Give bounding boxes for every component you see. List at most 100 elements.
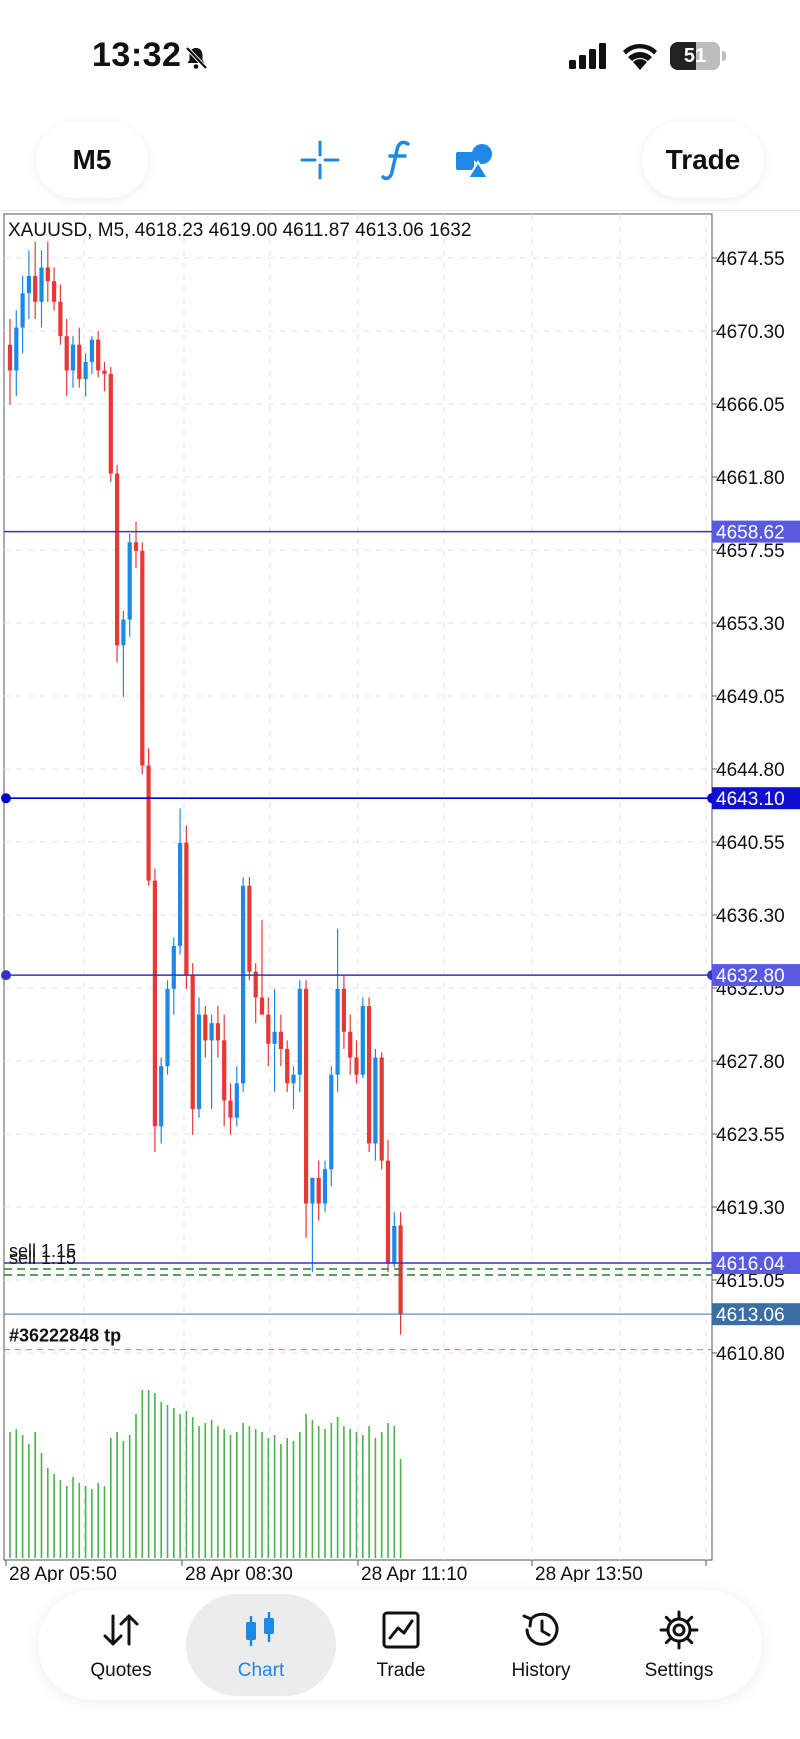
candle-body [316, 1177, 321, 1204]
candle-body [304, 988, 309, 1204]
candle-body [341, 988, 346, 1032]
candle-body [310, 1177, 315, 1204]
nav-chart-label: Chart [237, 1660, 285, 1681]
candle-body [266, 1014, 271, 1044]
candle-body [45, 267, 50, 282]
candle-body [329, 1074, 334, 1170]
candle-body [385, 1160, 391, 1264]
candlestick-chart[interactable]: 4674.55 4670.30 4666.05 4661.80 4657.55 4653.… [0, 212, 800, 1582]
price-level-label: 4632.80 [716, 966, 785, 987]
candle-body [196, 1014, 202, 1110]
candlestick-chart-icon [246, 1612, 274, 1646]
bottom-navigation: Quotes Chart Trade History Settings [38, 1590, 762, 1700]
time-tick-label: 28 Apr 11:10 [361, 1564, 467, 1582]
settings-gear-icon [659, 1610, 699, 1650]
cellular-signal-icon [569, 43, 606, 69]
price-tick-label: 4666.05 [716, 395, 785, 416]
candle-body [215, 1023, 220, 1041]
candle-body [322, 1169, 328, 1204]
candle-body [171, 945, 176, 989]
candle-body [26, 276, 31, 294]
candle-body [392, 1225, 397, 1264]
candle-body [297, 988, 302, 1075]
candle-body [367, 1006, 372, 1144]
candle-body [247, 885, 252, 972]
candle-body [70, 344, 76, 371]
candle-body [209, 1023, 214, 1041]
price-level-label: 4613.06 [716, 1305, 785, 1326]
candle-body [127, 542, 132, 620]
candle-body [77, 344, 82, 380]
candle-body [285, 1048, 290, 1084]
crosshair-icon[interactable] [292, 132, 348, 188]
nav-history-label: History [511, 1660, 571, 1681]
candle-body [228, 1100, 233, 1118]
nav-history[interactable]: History [466, 1594, 616, 1696]
candle-body [178, 842, 183, 946]
candle-body [140, 550, 145, 766]
price-chart[interactable]: 4674.55 4670.30 4666.05 4661.80 4657.55 4653.… [0, 212, 800, 1582]
price-level-label: 4658.62 [716, 523, 785, 544]
order-id-label: #36222848 tp [9, 1326, 121, 1346]
candle-body [335, 988, 340, 1075]
candle-body [159, 1066, 164, 1127]
candle-body [146, 765, 151, 881]
price-tick-label: 4623.55 [716, 1125, 785, 1146]
candle-body [241, 885, 246, 1084]
candle-body [259, 997, 265, 1015]
price-tick-label: 4657.55 [716, 541, 785, 562]
nav-chart[interactable]: Chart [186, 1594, 336, 1696]
nav-quotes-label: Quotes [90, 1660, 152, 1681]
candle-body [272, 1031, 277, 1044]
nav-settings-label: Settings [644, 1660, 714, 1681]
wifi-icon [623, 43, 657, 70]
nav-settings[interactable]: Settings [604, 1594, 754, 1696]
price-tick-label: 4627.80 [716, 1052, 785, 1073]
candle-body [96, 339, 101, 371]
candle-body [398, 1225, 403, 1315]
price-level-label: 4643.10 [716, 789, 785, 810]
price-tick-label: 4610.80 [716, 1344, 785, 1365]
candle-body [348, 1031, 353, 1058]
price-level-label: 4616.04 [716, 1254, 785, 1275]
candle-body [152, 880, 157, 1127]
battery-percent: 51 [683, 45, 707, 67]
price-tick-label: 4619.30 [716, 1198, 785, 1219]
price-tick-label: 4636.30 [716, 906, 785, 927]
status-time: 13:32 [92, 36, 182, 74]
candle-body [234, 1083, 239, 1118]
chart-toolbar: M5 Trade [0, 110, 800, 211]
candle-body [108, 373, 113, 474]
candle-body [222, 1040, 227, 1101]
candle-body [89, 339, 94, 362]
price-tick-label: 4674.55 [716, 249, 785, 270]
candle-body [165, 988, 170, 1067]
trade-button[interactable]: Trade [642, 122, 764, 198]
candle-body [7, 344, 13, 371]
timeframe-button[interactable]: M5 [36, 122, 148, 198]
candle-body [39, 267, 44, 302]
candle-body [184, 842, 189, 976]
shapes-icon[interactable] [448, 132, 504, 188]
candle-body [52, 281, 57, 302]
trade-chart-icon [382, 1611, 420, 1649]
candle-body [83, 361, 88, 380]
status-bar: 13:32 51 [0, 0, 800, 110]
function-icon[interactable] [370, 132, 426, 188]
candle-body [14, 327, 19, 371]
price-tick-label: 4661.80 [716, 468, 785, 489]
nav-trade[interactable]: Trade [326, 1594, 476, 1696]
candle-body [58, 301, 63, 337]
candle-body [379, 1057, 384, 1161]
chart-ohlc-info: XAUUSD, M5, 4618.23 4619.00 4611.87 4613… [8, 220, 472, 241]
candle-body [102, 370, 107, 374]
time-tick-label: 28 Apr 05:50 [9, 1564, 117, 1582]
price-tick-label: 4653.30 [716, 614, 785, 635]
quotes-arrows-icon [103, 1614, 139, 1646]
candle-body [115, 473, 120, 646]
nav-quotes[interactable]: Quotes [46, 1594, 196, 1696]
level-handle-left [1, 793, 11, 804]
price-tick-label: 4640.55 [716, 833, 785, 854]
candle-body [291, 1074, 296, 1084]
candle-body [278, 1031, 283, 1049]
